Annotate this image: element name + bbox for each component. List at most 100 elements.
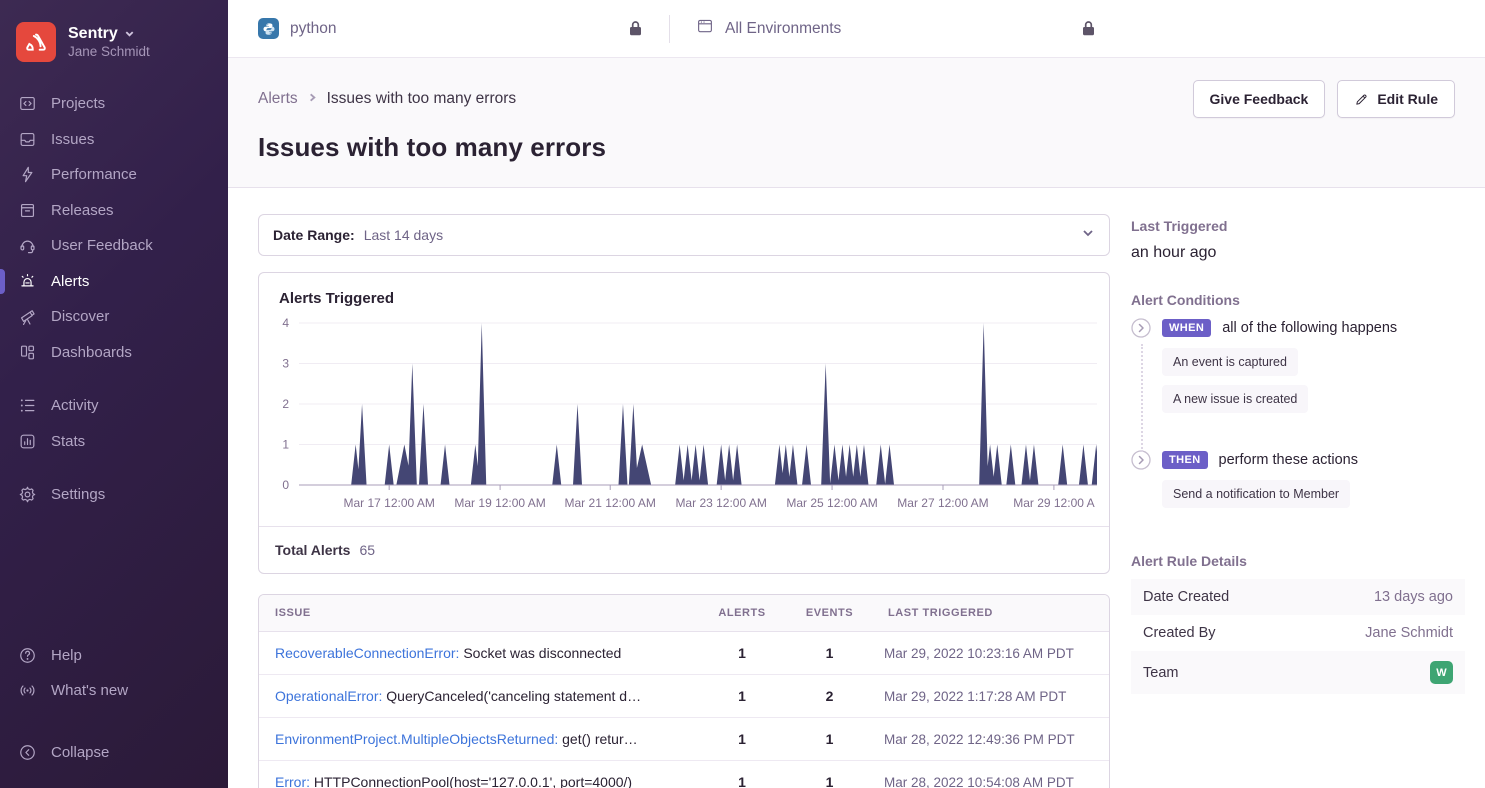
last-triggered-cell: Mar 28, 2022 12:49:36 PM PDT (872, 719, 1109, 760)
project-selector[interactable]: python (258, 18, 337, 39)
breadcrumb-alerts-link[interactable]: Alerts (258, 90, 298, 108)
issue-link[interactable]: OperationalError: (275, 688, 382, 704)
svg-text:Mar 27 12:00 AM: Mar 27 12:00 AM (897, 496, 988, 510)
org-switcher[interactable]: Sentry Jane Schmidt (0, 16, 228, 66)
sidebar-item-dashboards[interactable]: Dashboards (0, 335, 228, 371)
rule-details-rows: Date Created13 days ago Created By Jane Sc… (1131, 579, 1465, 694)
then-chips: Send a notification to Member (1162, 480, 1465, 519)
sidebar-item-settings[interactable]: Settings (0, 477, 228, 513)
svg-text:Mar 23 12:00 AM: Mar 23 12:00 AM (675, 496, 766, 510)
sidebar-item-releases[interactable]: Releases (0, 193, 228, 229)
sidebar-item-alerts[interactable]: Alerts (0, 264, 228, 300)
chevron-circle-icon (1131, 450, 1151, 470)
sidebar-item-label: Activity (51, 397, 99, 414)
project-name: python (290, 20, 337, 38)
lock-icon (628, 20, 643, 37)
svg-text:1: 1 (282, 438, 289, 452)
sidebar-item-help[interactable]: Help (0, 638, 228, 674)
condition-chip: An event is captured (1162, 348, 1298, 376)
detail-row: Date Created13 days ago (1131, 579, 1465, 615)
sidebar-footer: Help What's new (0, 638, 228, 709)
detail-row: Created By Jane Schmidt (1131, 615, 1465, 651)
main-area: python All Environments (228, 0, 1485, 788)
environment-icon (696, 17, 714, 40)
alerts-icon (18, 272, 37, 291)
sidebar-item-label: Help (51, 647, 82, 664)
topbar-divider (669, 15, 670, 43)
detail-label: Date Created (1143, 589, 1229, 605)
give-feedback-button[interactable]: Give Feedback (1193, 80, 1326, 118)
python-icon (258, 18, 279, 39)
sidebar-item-issues[interactable]: Issues (0, 122, 228, 158)
releases-icon (18, 201, 37, 220)
sidebar-item-stats[interactable]: Stats (0, 424, 228, 460)
table-row: RecoverableConnectionError: Socket was d… (259, 632, 1109, 675)
sidebar-item-projects[interactable]: Projects (0, 86, 228, 122)
breadcrumb: Alerts Issues with too many errors (258, 90, 516, 108)
stats-icon (18, 432, 37, 451)
issue-link[interactable]: EnvironmentProject.MultipleObjectsReturn… (275, 731, 558, 747)
sidebar-collapse[interactable]: Collapse (0, 735, 228, 771)
details-panel: Last Triggered an hour ago Alert Conditi… (1131, 214, 1465, 788)
svg-text:Mar 29 12:00 A: Mar 29 12:00 A (1013, 496, 1094, 510)
user-feedback-icon (18, 236, 37, 255)
active-indicator (0, 269, 5, 295)
activity-icon (18, 396, 37, 415)
detail-value: Jane Schmidt (1365, 625, 1453, 641)
condition-chip: A new issue is created (1162, 385, 1308, 413)
issue-description: HTTPConnectionPool(host='127.0.0.1', por… (310, 774, 632, 788)
alerts-chart-card: Alerts Triggered 01234Mar 17 12:00 AMMar… (258, 272, 1110, 574)
collapse-icon (18, 743, 37, 762)
issue-description: Socket was disconnected (459, 645, 621, 661)
sidebar-item-discover[interactable]: Discover (0, 299, 228, 335)
last-triggered-heading: Last Triggered (1131, 218, 1465, 234)
issue-cell: RecoverableConnectionError: Socket was d… (259, 632, 697, 674)
issue-link[interactable]: RecoverableConnectionError: (275, 645, 459, 661)
issue-cell: Error: HTTPConnectionPool(host='127.0.0.… (259, 761, 697, 788)
table-row: OperationalError: QueryCanceled('canceli… (259, 675, 1109, 718)
svg-text:Mar 17 12:00 AM: Mar 17 12:00 AM (343, 496, 434, 510)
sidebar-item-activity[interactable]: Activity (0, 388, 228, 424)
rule-details-heading: Alert Rule Details (1131, 553, 1465, 569)
org-name: Sentry (68, 24, 118, 44)
sidebar: Sentry Jane Schmidt Projects Issues Perfor… (0, 0, 228, 788)
user-name: Jane Schmidt (68, 44, 150, 61)
date-range-select[interactable]: Date Range: Last 14 days (258, 214, 1110, 256)
sidebar-item-label: Stats (51, 433, 85, 450)
chevron-down-icon (124, 28, 135, 39)
edit-rule-button[interactable]: Edit Rule (1337, 80, 1455, 118)
sidebar-item-label: Performance (51, 166, 137, 183)
environment-selector[interactable]: All Environments (696, 17, 841, 40)
col-last-triggered: LAST TRIGGERED (872, 595, 1109, 631)
alerts-chart: 01234Mar 17 12:00 AMMar 19 12:00 AMMar 2… (259, 311, 1109, 526)
help-icon (18, 646, 37, 665)
when-text: all of the following happens (1222, 320, 1397, 336)
last-triggered-cell: Mar 28, 2022 10:54:08 AM PDT (872, 762, 1109, 788)
svg-text:3: 3 (282, 357, 289, 371)
team-badge[interactable]: W (1430, 661, 1453, 684)
svg-text:2: 2 (282, 397, 289, 411)
dashboards-icon (18, 343, 37, 362)
sidebar-item-label: What's new (51, 682, 128, 699)
sidebar-item-label: Projects (51, 95, 105, 112)
then-step: THEN perform these actions (1131, 450, 1465, 470)
detail-label: Created By (1143, 625, 1216, 641)
sidebar-item-user-feedback[interactable]: User Feedback (0, 228, 228, 264)
issue-link[interactable]: Error: (275, 774, 310, 788)
when-chips: An event is captured A new issue is creat… (1162, 348, 1465, 424)
sidebar-item-whats-new[interactable]: What's new (0, 673, 228, 709)
alerts-count: 1 (697, 688, 787, 704)
sidebar-item-performance[interactable]: Performance (0, 157, 228, 193)
events-count: 2 (787, 688, 872, 704)
svg-text:Mar 21 12:00 AM: Mar 21 12:00 AM (565, 496, 656, 510)
total-alerts-label: Total Alerts (275, 542, 350, 558)
then-badge: THEN (1162, 451, 1208, 469)
events-count: 1 (787, 645, 872, 661)
edit-rule-label: Edit Rule (1377, 91, 1438, 107)
lock-icon (1081, 20, 1096, 37)
svg-text:0: 0 (282, 478, 289, 492)
sidebar-item-label: Issues (51, 131, 94, 148)
sidebar-item-label: Releases (51, 202, 114, 219)
chart-total-row: Total Alerts 65 (259, 526, 1109, 573)
page-header: Alerts Issues with too many errors Give … (228, 58, 1485, 188)
